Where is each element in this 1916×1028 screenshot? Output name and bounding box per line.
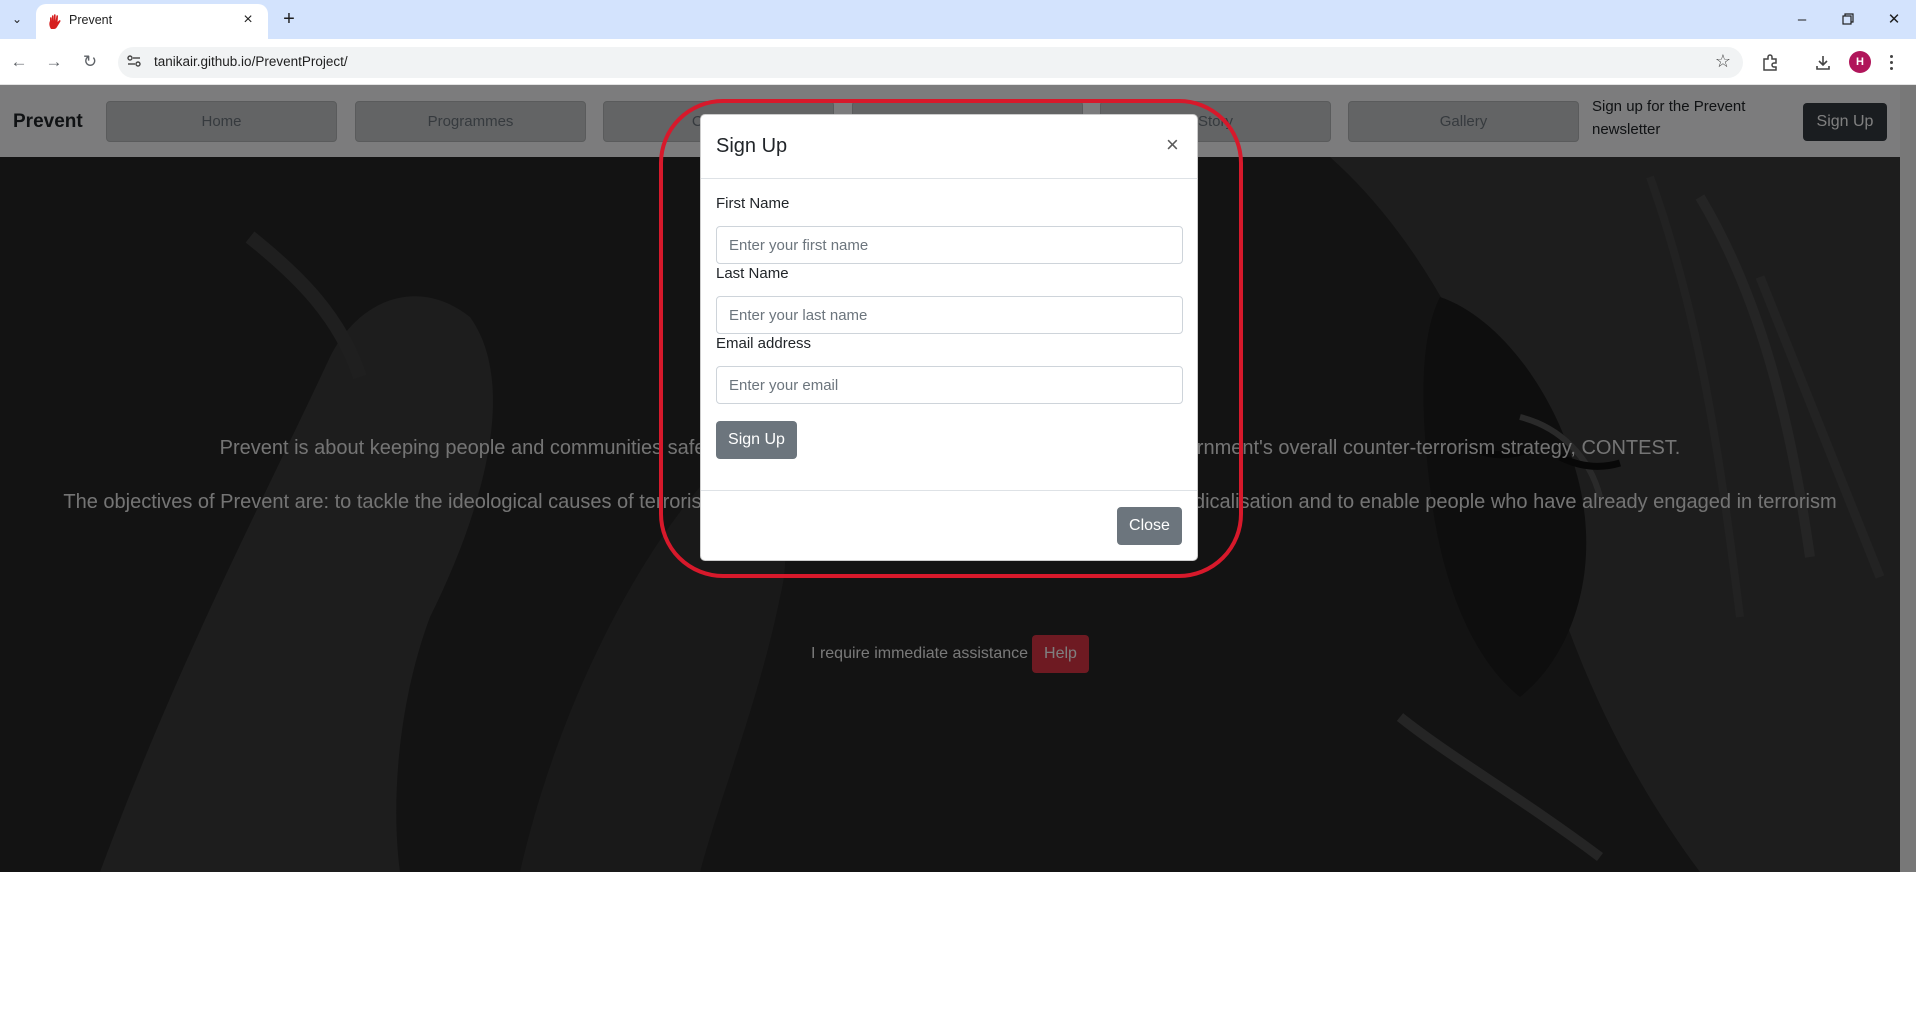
modal-header: Sign Up × [701, 115, 1197, 179]
email-input[interactable] [716, 366, 1183, 404]
modal-close-icon[interactable]: × [1166, 134, 1179, 156]
address-bar[interactable]: tanikair.github.io/PreventProject/ ☆ [118, 47, 1743, 78]
tab-search-chevron-icon[interactable]: ⌄ [6, 8, 28, 30]
modal-footer: Close [701, 490, 1197, 560]
forward-arrow-icon[interactable]: → [42, 50, 66, 74]
minimize-icon[interactable]: – [1782, 6, 1822, 32]
site-info-icon[interactable] [126, 53, 142, 74]
tab-close-icon[interactable]: × [238, 10, 258, 30]
tab-title: Prevent [69, 13, 113, 27]
reload-icon[interactable]: ↻ [78, 50, 102, 74]
first-name-label: First Name [716, 195, 790, 212]
kebab-menu-icon[interactable] [1884, 51, 1898, 73]
modal-close-button[interactable]: Close [1117, 507, 1182, 545]
profile-avatar[interactable]: H [1849, 51, 1871, 73]
new-tab-plus-icon[interactable]: + [276, 6, 302, 32]
last-name-label: Last Name [716, 265, 789, 282]
tab-strip: ⌄ Prevent × + – ✕ [0, 0, 1916, 39]
extensions-puzzle-icon[interactable] [1758, 51, 1782, 75]
restore-icon[interactable] [1828, 6, 1868, 32]
back-arrow-icon[interactable]: ← [7, 50, 31, 74]
first-name-input[interactable] [716, 226, 1183, 264]
modal-title: Sign Up [716, 135, 788, 157]
browser-tab[interactable]: Prevent × [36, 4, 268, 39]
window-close-icon[interactable]: ✕ [1874, 6, 1914, 32]
url-text: tanikair.github.io/PreventProject/ [154, 54, 348, 69]
browser-toolbar: ← → ↻ tanikair.github.io/PreventProject/… [0, 39, 1916, 85]
hand-favicon-icon [48, 14, 62, 35]
download-icon[interactable] [1811, 51, 1835, 75]
signup-modal: Sign Up × First Name Last Name Email add… [700, 114, 1198, 561]
email-label: Email address [716, 335, 812, 352]
modal-signup-button[interactable]: Sign Up [716, 421, 797, 459]
bookmark-star-icon[interactable]: ☆ [1715, 51, 1731, 72]
last-name-input[interactable] [716, 296, 1183, 334]
